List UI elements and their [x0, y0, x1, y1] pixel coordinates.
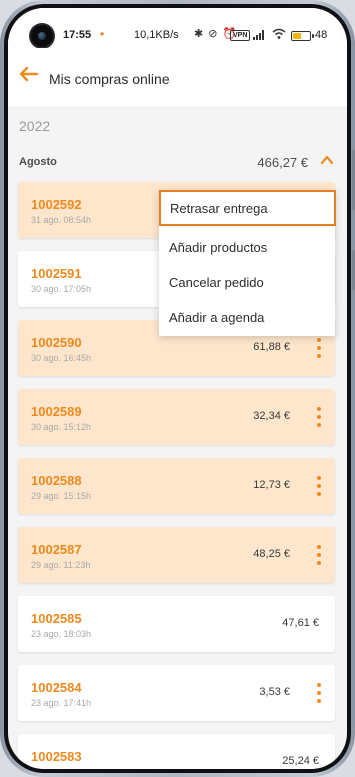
order-date: 30 ago. 15:12h — [31, 422, 92, 432]
order-id: 1002588 — [31, 473, 82, 488]
battery-icon — [291, 31, 314, 41]
battery-percent: 48 — [315, 29, 328, 41]
month-total: 466,27 € — [257, 155, 308, 170]
order-date: 23 ago. 18:03h — [31, 629, 92, 639]
menu-item-anadir-agenda[interactable]: Añadir a agenda — [159, 300, 335, 334]
menu-item-anadir-productos[interactable]: Añadir productos — [159, 230, 335, 264]
order-id: 1002592 — [31, 197, 82, 212]
signal-icon — [253, 30, 267, 40]
order-amount: 12,73 € — [253, 479, 290, 491]
order-date: 30 ago. 17:05h — [31, 284, 92, 294]
order-id: 1002590 — [31, 335, 82, 350]
menu-item-label: Añadir productos — [169, 240, 268, 255]
order-date: 23 ago. 17:41h — [31, 698, 92, 708]
order-context-menu: Retrasar entrega Añadir productos Cancel… — [159, 190, 336, 336]
status-time: 17:55 — [63, 29, 92, 41]
notification-dot: • — [100, 27, 105, 41]
order-amount: 47,61 € — [282, 617, 319, 629]
order-card[interactable]: 1002588 29 ago. 15:15h 12,73 € — [18, 458, 335, 514]
order-id: 1002587 — [31, 542, 82, 557]
more-options-icon[interactable] — [315, 683, 323, 703]
order-amount: 61,88 € — [253, 341, 290, 353]
chevron-up-icon[interactable] — [320, 153, 334, 167]
more-options-icon[interactable] — [315, 338, 323, 358]
screen: 17:55 • 10,1KB/s ✱ ⊘ ⏰ VPN 48 Mis compra… — [8, 8, 347, 769]
more-options-icon[interactable] — [315, 545, 323, 565]
order-date: 29 ago. 15:15h — [31, 491, 92, 501]
order-id: 1002591 — [31, 266, 82, 281]
order-amount: 48,25 € — [253, 548, 290, 560]
order-id: 1002589 — [31, 404, 82, 419]
month-section-header[interactable]: Agosto 466,27 € — [8, 148, 347, 174]
order-date: 29 ago. 11:23h — [31, 560, 91, 570]
year-heading: 2022 — [19, 118, 51, 134]
phone-frame: 17:55 • 10,1KB/s ✱ ⊘ ⏰ VPN 48 Mis compra… — [0, 0, 355, 777]
menu-item-label: Retrasar entrega — [170, 201, 268, 216]
order-date: 31 ago. 08:54h — [31, 215, 92, 225]
page-title: Mis compras online — [49, 71, 170, 87]
menu-item-cancelar-pedido[interactable]: Cancelar pedido — [159, 265, 335, 299]
order-amount: 25,24 € — [282, 755, 319, 767]
order-card[interactable]: 1002587 29 ago. 11:23h 48,25 € — [18, 527, 335, 583]
order-card[interactable]: 1002583 25,24 € — [18, 734, 335, 769]
order-id: 1002585 — [31, 611, 82, 626]
more-options-icon[interactable] — [315, 407, 323, 427]
order-date: 30 ago. 16:45h — [31, 353, 92, 363]
menu-item-retrasar-entrega[interactable]: Retrasar entrega — [159, 190, 336, 226]
order-amount: 3,53 € — [259, 686, 290, 698]
more-options-icon[interactable] — [315, 476, 323, 496]
wifi-icon — [272, 28, 286, 43]
network-speed: 10,1KB/s — [134, 29, 179, 41]
month-label: Agosto — [19, 156, 57, 168]
vpn-badge: VPN — [230, 30, 251, 41]
app-header: Mis compras online — [8, 48, 347, 108]
order-card[interactable]: 1002584 23 ago. 17:41h 3,53 € — [18, 665, 335, 721]
order-amount: 32,34 € — [253, 410, 290, 422]
front-camera — [31, 25, 53, 47]
menu-item-label: Añadir a agenda — [169, 310, 265, 325]
back-arrow-icon[interactable] — [16, 62, 40, 86]
order-id: 1002583 — [31, 749, 82, 764]
menu-item-label: Cancelar pedido — [169, 275, 264, 290]
order-id: 1002584 — [31, 680, 82, 695]
status-bar: 17:55 • 10,1KB/s ✱ ⊘ ⏰ VPN 48 — [8, 8, 347, 48]
order-card[interactable]: 1002585 23 ago. 18:03h 47,61 € — [18, 596, 335, 652]
order-card[interactable]: 1002589 30 ago. 15:12h 32,34 € — [18, 389, 335, 445]
